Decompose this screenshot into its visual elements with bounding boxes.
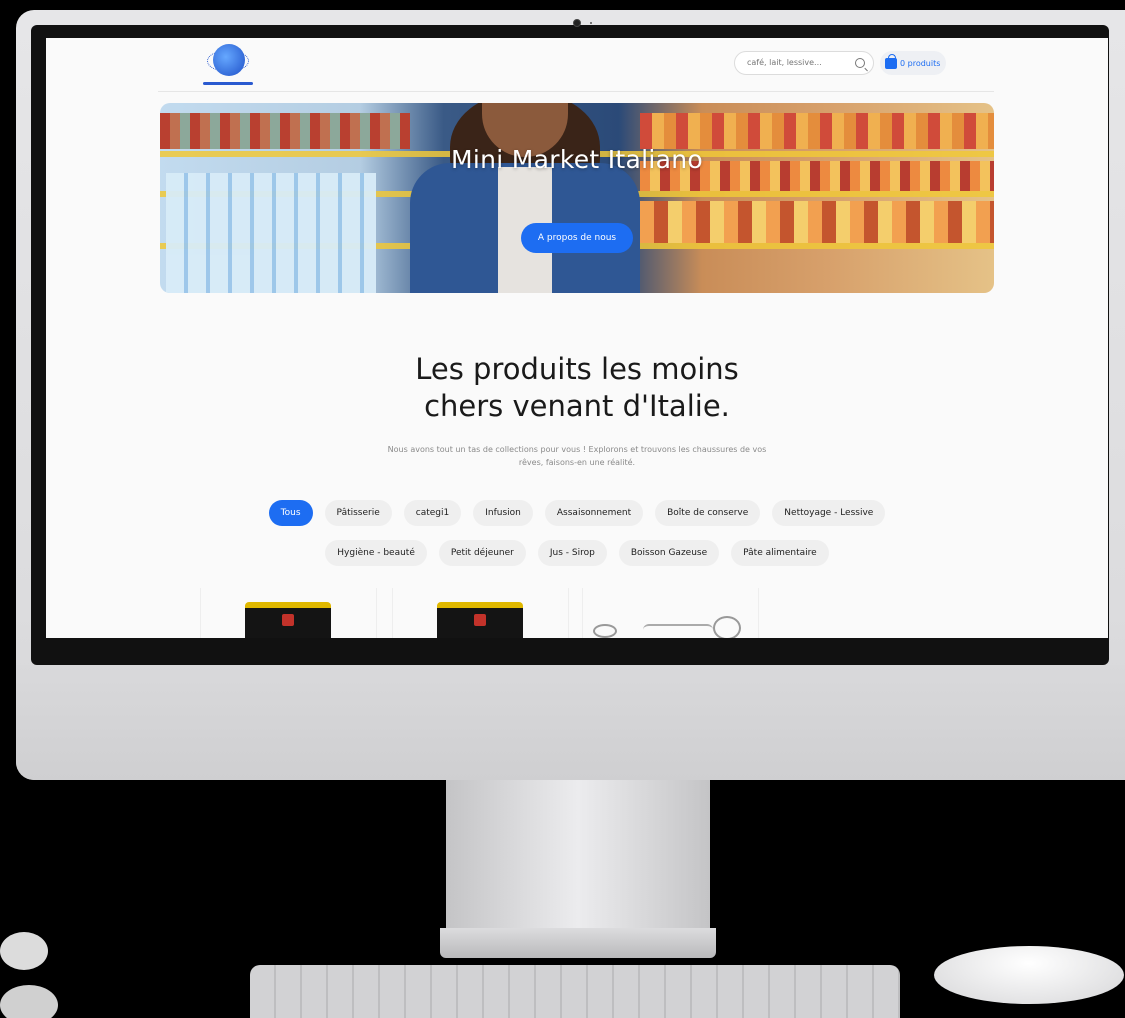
website-screen: 0 produits Mini Market Italiano A propos… bbox=[46, 38, 1108, 638]
product-card[interactable] bbox=[582, 588, 759, 638]
hero-banner: Mini Market Italiano A propos de nous bbox=[160, 103, 994, 293]
search-icon[interactable] bbox=[855, 58, 865, 68]
category-chip-assaisonnement[interactable]: Assaisonnement bbox=[544, 500, 644, 526]
intro-line-2: rêves, faisons-en une réalité. bbox=[518, 458, 636, 467]
site-header: 0 produits bbox=[158, 38, 994, 92]
cart-count-label: 0 produits bbox=[900, 58, 941, 68]
product-image bbox=[437, 602, 523, 638]
shelf-products bbox=[160, 113, 410, 149]
category-filter-row-2: Hygiène - beauté Petit déjeuner Jus - Si… bbox=[46, 540, 1108, 566]
product-image bbox=[593, 610, 753, 638]
category-chip-boisson-gazeuse[interactable]: Boisson Gazeuse bbox=[618, 540, 720, 566]
section-intro: Nous avons tout un tas de collections po… bbox=[346, 443, 808, 469]
category-chip-petit-dejeuner[interactable]: Petit déjeuner bbox=[438, 540, 526, 566]
shelf-products bbox=[640, 201, 994, 243]
decorative-shape bbox=[0, 932, 48, 970]
category-filter-row-1: Tous Pâtisserie categi1 Infusion Assaiso… bbox=[46, 500, 1108, 526]
magic-mouse bbox=[934, 946, 1124, 1004]
water-bottles bbox=[166, 173, 376, 293]
shopping-bag-icon bbox=[885, 53, 897, 69]
about-us-button[interactable]: A propos de nous bbox=[521, 223, 633, 253]
category-chip-jus-sirop[interactable]: Jus - Sirop bbox=[537, 540, 607, 566]
section-headline: Les produits les moins chers venant d'It… bbox=[46, 351, 1108, 425]
sensor-dot bbox=[590, 22, 592, 24]
intro-line-1: Nous avons tout un tas de collections po… bbox=[387, 445, 767, 454]
shopper-figure bbox=[410, 103, 640, 293]
product-grid bbox=[200, 588, 760, 638]
category-chip-boite-de-conserve[interactable]: Boîte de conserve bbox=[655, 500, 761, 526]
product-card[interactable] bbox=[392, 588, 569, 638]
category-chip-infusion[interactable]: Infusion bbox=[473, 500, 533, 526]
search-box[interactable] bbox=[734, 51, 874, 75]
category-chip-hygiene-beaute[interactable]: Hygiène - beauté bbox=[325, 540, 427, 566]
category-chip-nettoyage-lessive[interactable]: Nettoyage - Lessive bbox=[772, 500, 886, 526]
product-card[interactable] bbox=[200, 588, 377, 638]
cart-button[interactable]: 0 produits bbox=[880, 51, 946, 75]
imac-stand-base bbox=[440, 928, 716, 958]
desktop-scene: 0 produits Mini Market Italiano A propos… bbox=[0, 0, 1125, 1018]
decorative-shape bbox=[0, 985, 58, 1018]
product-image bbox=[245, 602, 331, 638]
globe-logo-icon[interactable] bbox=[203, 44, 253, 88]
keyboard bbox=[250, 965, 900, 1018]
hero-title: Mini Market Italiano bbox=[451, 145, 703, 174]
shelf-products bbox=[640, 113, 994, 149]
category-chip-categi1[interactable]: categi1 bbox=[403, 500, 462, 526]
category-chip-patisserie[interactable]: Pâtisserie bbox=[324, 500, 392, 526]
category-chip-tous[interactable]: Tous bbox=[268, 500, 313, 526]
headline-line-1: Les produits les moins bbox=[415, 352, 739, 386]
camera-icon bbox=[573, 19, 581, 27]
imac-stand bbox=[446, 780, 710, 928]
search-input[interactable] bbox=[747, 58, 847, 67]
headline-line-2: chers venant d'Italie. bbox=[424, 389, 730, 423]
category-chip-pate-alimentaire[interactable]: Pâte alimentaire bbox=[731, 540, 829, 566]
imac-chin bbox=[16, 665, 1125, 780]
